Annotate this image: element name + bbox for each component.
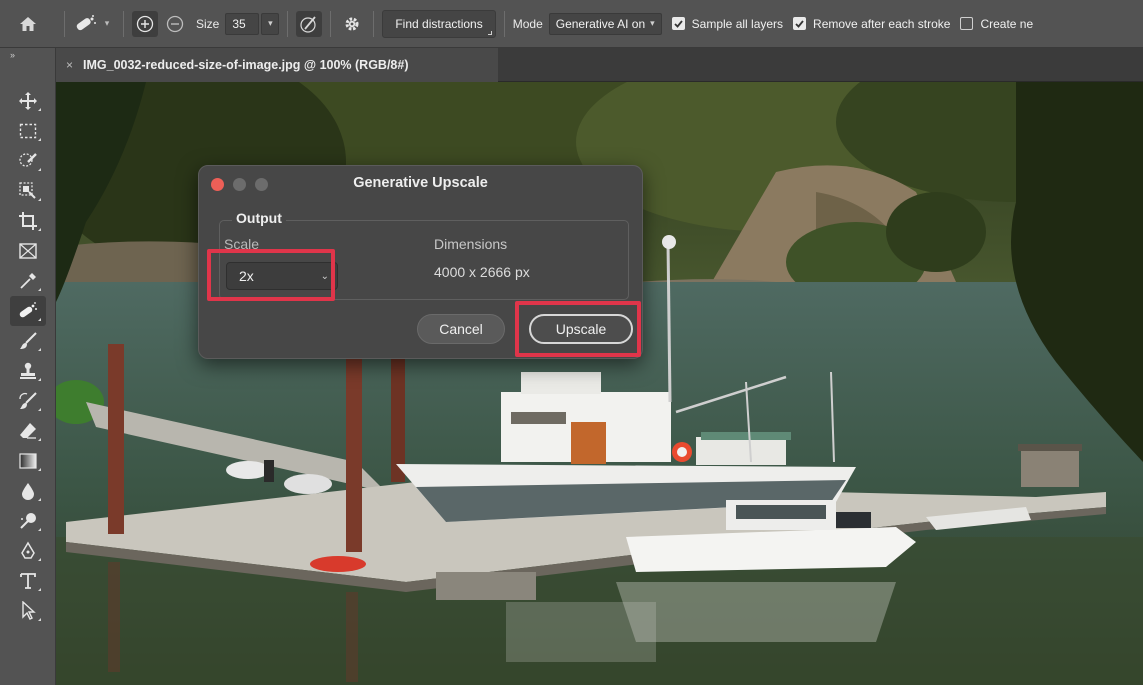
- settings-button[interactable]: [339, 11, 365, 37]
- cancel-button[interactable]: Cancel: [417, 314, 505, 344]
- path-selection-tool[interactable]: [10, 596, 46, 626]
- scale-label: Scale: [224, 236, 260, 252]
- marquee-tool[interactable]: [10, 116, 46, 146]
- chevron-down-icon: ▾: [104, 18, 110, 28]
- rectangular-marquee-icon: [19, 123, 37, 139]
- mode-label: Mode: [512, 16, 543, 31]
- dodge-tool[interactable]: [10, 506, 46, 536]
- sample-all-layers-label: Sample all layers: [691, 16, 784, 31]
- object-selection-icon: [19, 182, 36, 199]
- frame-icon: [19, 243, 37, 259]
- gradient-icon: [19, 453, 37, 469]
- sample-all-layers-checkbox[interactable]: Sample all layers: [671, 16, 784, 31]
- history-brush-tool[interactable]: [10, 386, 46, 416]
- upscale-button[interactable]: Upscale: [529, 314, 633, 344]
- chevron-down-icon: ▾: [650, 18, 655, 28]
- eraser-tool[interactable]: [10, 416, 46, 446]
- tools-panel: ››: [0, 48, 56, 685]
- chevron-down-icon: ▾: [268, 18, 273, 28]
- pressure-pen-icon: [300, 15, 317, 33]
- brush-tool[interactable]: [10, 326, 46, 356]
- path-selection-icon: [22, 601, 36, 620]
- separator: [64, 10, 65, 37]
- frame-tool[interactable]: [10, 236, 46, 266]
- type-tool[interactable]: [10, 566, 46, 596]
- separator: [503, 10, 505, 37]
- dialog-title: Generative Upscale: [353, 175, 488, 191]
- remove-tool[interactable]: [10, 296, 46, 326]
- dodge-icon: [20, 513, 36, 529]
- type-icon: [20, 573, 36, 589]
- subtract-from-stroke-button[interactable]: [162, 11, 188, 37]
- separator: [123, 10, 124, 37]
- remove-after-stroke-label: Remove after each stroke: [813, 16, 951, 31]
- collapse-panel-icon[interactable]: ››: [10, 50, 15, 60]
- mode-select-value: Generative AI on: [555, 16, 646, 31]
- document-tab[interactable]: × IMG_0032-reduced-size-of-image.jpg @ 1…: [56, 48, 498, 82]
- checkbox-checked-icon: [671, 17, 685, 30]
- create-new-layer-checkbox[interactable]: Create ne: [960, 17, 1033, 31]
- blur-drop-icon: [22, 483, 34, 500]
- size-dropdown[interactable]: ▾: [261, 12, 280, 35]
- quick-selection-icon: [19, 153, 37, 167]
- eraser-icon: [20, 423, 36, 439]
- clone-stamp-tool[interactable]: [10, 356, 46, 386]
- dimensions-label: Dimensions: [434, 236, 508, 252]
- remove-after-stroke-checkbox[interactable]: Remove after each stroke: [793, 17, 950, 31]
- dialog-title-bar[interactable]: Generative Upscale: [199, 166, 642, 202]
- plus-circle-icon: [136, 15, 154, 32]
- home-icon: [20, 16, 36, 31]
- crop-icon: [19, 212, 37, 230]
- document-tab-title: IMG_0032-reduced-size-of-image.jpg @ 100…: [83, 58, 409, 72]
- tool-preset-picker[interactable]: ▾: [73, 0, 115, 47]
- output-group: Output Scale Dimensions 2x ⌄ 4000 x 2666…: [219, 210, 629, 300]
- eyedropper-icon: [20, 273, 36, 289]
- size-label: Size: [196, 16, 220, 31]
- home-button[interactable]: [0, 0, 56, 47]
- object-selection-tool[interactable]: [10, 176, 46, 206]
- menu-corner-icon: [487, 30, 492, 35]
- eyedropper-tool[interactable]: [10, 266, 46, 296]
- checkbox-checked-icon: [793, 17, 807, 30]
- gear-icon: [345, 17, 359, 30]
- minus-circle-icon: [166, 15, 184, 32]
- checkbox-unchecked-icon: [960, 17, 974, 30]
- move-icon: [19, 92, 37, 110]
- find-distractions-label: Find distractions: [395, 16, 483, 31]
- find-distractions-button[interactable]: Find distractions: [382, 9, 496, 38]
- brush-icon: [20, 332, 37, 349]
- separator: [287, 10, 289, 37]
- separator: [330, 10, 332, 37]
- mode-select[interactable]: Generative AI on ▾: [548, 12, 662, 35]
- add-to-stroke-button[interactable]: [132, 10, 158, 37]
- close-tab-icon[interactable]: ×: [66, 58, 73, 72]
- scale-select[interactable]: 2x ⌄: [226, 262, 338, 290]
- gradient-tool[interactable]: [10, 446, 46, 476]
- remove-tool-icon: [76, 14, 96, 30]
- create-new-label: Create ne: [980, 16, 1034, 31]
- blur-tool[interactable]: [10, 476, 46, 506]
- pressure-for-size-button[interactable]: [296, 10, 323, 37]
- generative-upscale-dialog: Generative Upscale Output Scale Dimensio…: [198, 165, 643, 359]
- options-bar: ▾ Size 35 ▾ Find distractions Mode Gener…: [0, 0, 1143, 48]
- separator: [373, 10, 375, 37]
- stamp-icon: [20, 362, 36, 379]
- dimensions-value: 4000 x 2666 px: [434, 264, 530, 280]
- move-tool[interactable]: [10, 86, 46, 116]
- remove-tool-icon: [19, 302, 37, 318]
- pen-icon: [21, 541, 35, 559]
- scale-select-value: 2x: [239, 268, 254, 284]
- quick-selection-tool[interactable]: [10, 146, 46, 176]
- pen-tool[interactable]: [10, 536, 46, 566]
- size-input[interactable]: 35: [225, 12, 260, 35]
- crop-tool[interactable]: [10, 206, 46, 236]
- document-tab-bar: × IMG_0032-reduced-size-of-image.jpg @ 1…: [56, 48, 1143, 82]
- chevron-down-icon: ⌄: [320, 270, 329, 282]
- output-group-label: Output: [232, 210, 286, 226]
- history-brush-icon: [19, 392, 37, 409]
